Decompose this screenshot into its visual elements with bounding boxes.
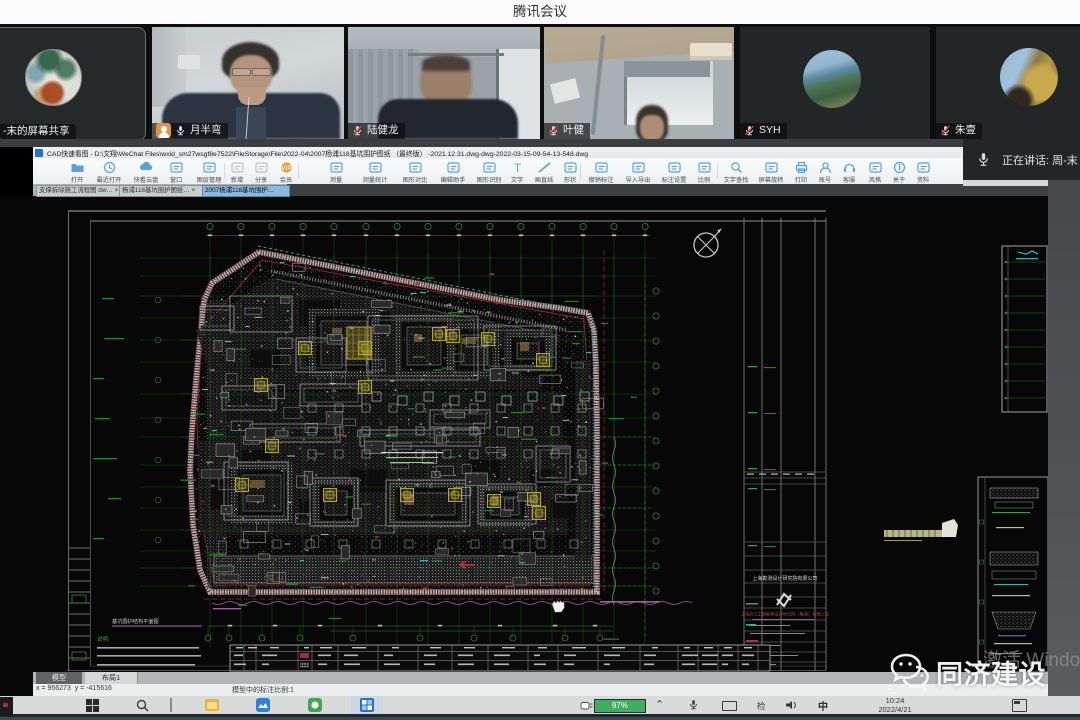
svg-text:上海岩土工程勘察设计研究院（集团）有限公司: 上海岩土工程勘察设计研究院（集团）有限公司: [741, 611, 829, 618]
svg-text:说明:: 说明:: [97, 635, 110, 643]
svg-text:VIP: VIP: [281, 165, 291, 172]
svg-text:上海勘测设计研究院有限公司: 上海勘测设计研究院有限公司: [752, 575, 817, 582]
svg-text:T: T: [513, 161, 521, 174]
svg-text:基坑围护结构平面图: 基坑围护结构平面图: [112, 617, 159, 625]
